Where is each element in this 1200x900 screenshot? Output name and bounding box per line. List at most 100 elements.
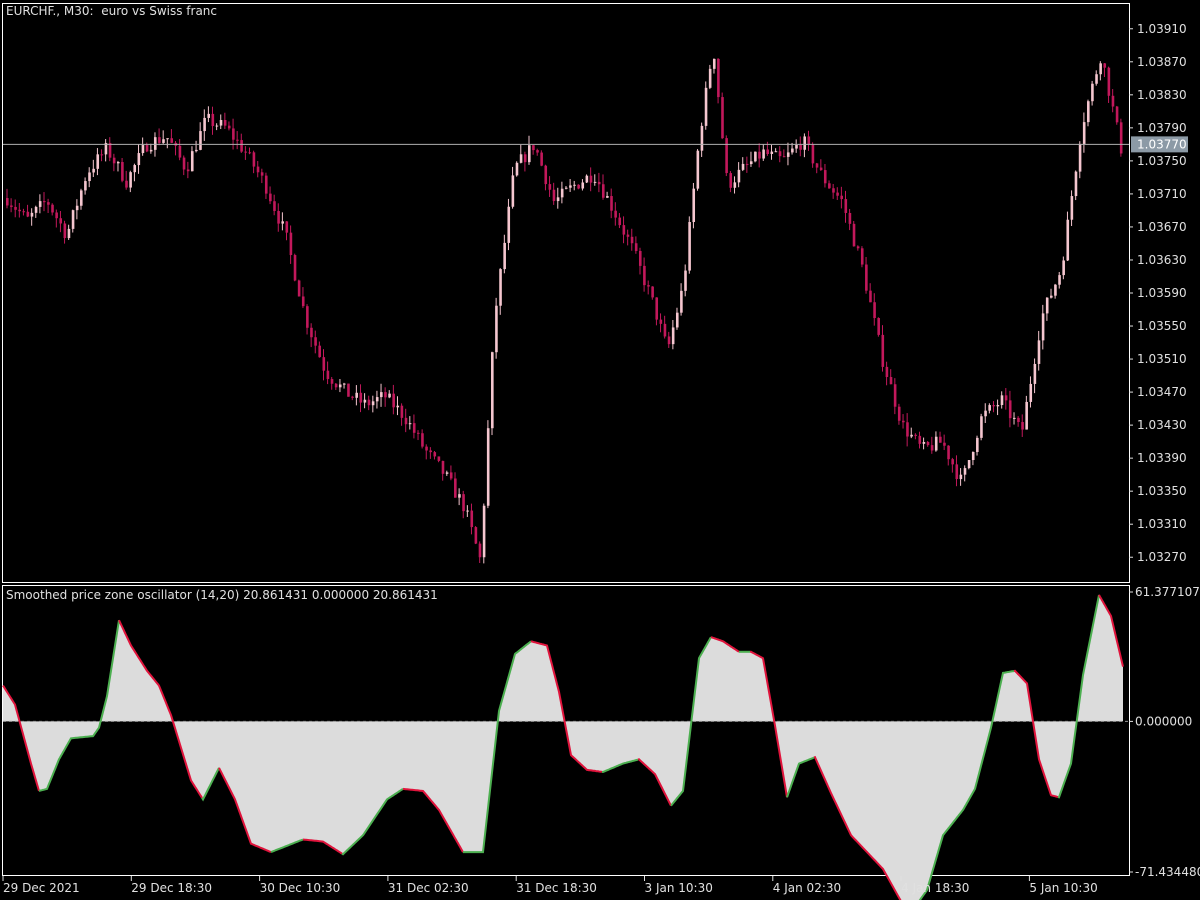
candle-body — [211, 113, 215, 127]
candle-body — [145, 145, 149, 152]
candle-body — [437, 456, 441, 461]
candle-body — [388, 393, 391, 398]
candle-body — [848, 212, 852, 224]
candle-body — [170, 138, 174, 143]
candle-body — [207, 113, 211, 118]
candle-body — [889, 377, 893, 385]
candle-body — [667, 336, 671, 345]
candle-body — [232, 128, 235, 140]
candle-body — [980, 416, 983, 438]
price-tick-label: 1.03750 — [1137, 154, 1187, 168]
candle-body — [227, 125, 231, 129]
candle-body — [108, 142, 112, 158]
candle-body — [507, 206, 511, 243]
candle-body — [893, 384, 897, 407]
price-tick-label: 1.03350 — [1137, 484, 1187, 498]
candle-body — [1025, 401, 1028, 430]
candle-body — [799, 145, 802, 150]
candle-body — [252, 152, 256, 167]
candle-body — [503, 242, 506, 270]
time-axis: 29 Dec 2021 29 Dec 18:30 30 Dec 10:30 31 De… — [2, 876, 1098, 895]
candle-body — [560, 188, 564, 198]
candle-body — [75, 205, 79, 211]
candle-body — [700, 125, 704, 151]
candle-body — [556, 197, 560, 202]
candle-body — [470, 510, 474, 528]
time-tick-label: 29 Dec 18:30 — [131, 881, 212, 895]
candle-body — [544, 165, 548, 185]
candle-body — [589, 175, 593, 183]
candle-body — [766, 149, 770, 155]
candle-body — [688, 222, 691, 271]
price-tick-label: 1.03390 — [1137, 451, 1187, 465]
candle-body — [523, 154, 527, 163]
candle-body — [330, 379, 334, 384]
candle-body — [951, 459, 954, 465]
candle-body — [306, 306, 309, 328]
price-tick-label: 1.03550 — [1137, 319, 1187, 333]
candle-body — [959, 474, 963, 480]
candle-body — [273, 201, 276, 211]
candle-body — [881, 334, 885, 367]
candle-body — [597, 181, 601, 185]
candle-body — [630, 236, 634, 244]
candlestick-series — [6, 58, 1123, 564]
candle-body — [581, 182, 585, 189]
candle-body — [1103, 63, 1107, 68]
candle-body — [133, 165, 137, 173]
candle-body — [791, 148, 794, 153]
candle-body — [158, 137, 161, 143]
candle-body — [647, 285, 650, 287]
candle-body — [51, 204, 54, 213]
price-tick-label: 1.03470 — [1137, 385, 1187, 399]
candle-body — [396, 405, 400, 408]
candle-body — [281, 221, 284, 224]
candle-body — [371, 401, 375, 406]
candle-body — [737, 169, 741, 183]
candle-body — [1082, 122, 1086, 144]
candle-body — [285, 221, 289, 233]
candle-body — [186, 169, 190, 172]
candle-body — [1004, 395, 1008, 401]
candle-body — [240, 140, 243, 152]
candle-body — [30, 212, 34, 217]
candle-body — [223, 120, 227, 126]
candle-body — [92, 168, 95, 173]
candle-body — [626, 234, 630, 237]
candle-body — [351, 396, 354, 398]
candle-body — [1115, 106, 1119, 123]
candle-body — [614, 210, 617, 218]
candle-body — [338, 384, 342, 388]
price-tick-label: 1.03870 — [1137, 55, 1187, 69]
candle-body — [1054, 284, 1057, 296]
candle-body — [1037, 340, 1041, 364]
candle-body — [347, 383, 350, 397]
candle-body — [519, 154, 523, 163]
candle-body — [774, 151, 778, 153]
candle-body — [704, 87, 708, 126]
candle-body — [400, 405, 404, 418]
candle-body — [71, 210, 75, 229]
candle-body — [129, 172, 132, 188]
candle-body — [84, 181, 87, 191]
chart-canvas[interactable]: 1.03910 1.03870 1.03830 1.03790 1.03750 1.037… — [0, 0, 1200, 900]
candle-body — [38, 201, 42, 207]
candle-body — [725, 138, 728, 174]
candle-body — [1078, 143, 1082, 172]
candle-body — [860, 248, 864, 265]
oscillator-area — [3, 594, 1123, 900]
candle-body — [1021, 422, 1024, 430]
candle-body — [384, 392, 387, 398]
candle-body — [865, 264, 868, 291]
candle-body — [971, 451, 975, 461]
candle-body — [1107, 67, 1111, 96]
time-tick-label: 30 Dec 10:30 — [260, 881, 341, 895]
candle-body — [1087, 101, 1090, 123]
candle-body — [47, 202, 50, 205]
candle-body — [758, 151, 761, 159]
candle-body — [195, 149, 198, 152]
candle-body — [511, 175, 515, 207]
candle-body — [610, 196, 613, 211]
candle-body — [663, 323, 667, 337]
candle-body — [1058, 275, 1061, 285]
